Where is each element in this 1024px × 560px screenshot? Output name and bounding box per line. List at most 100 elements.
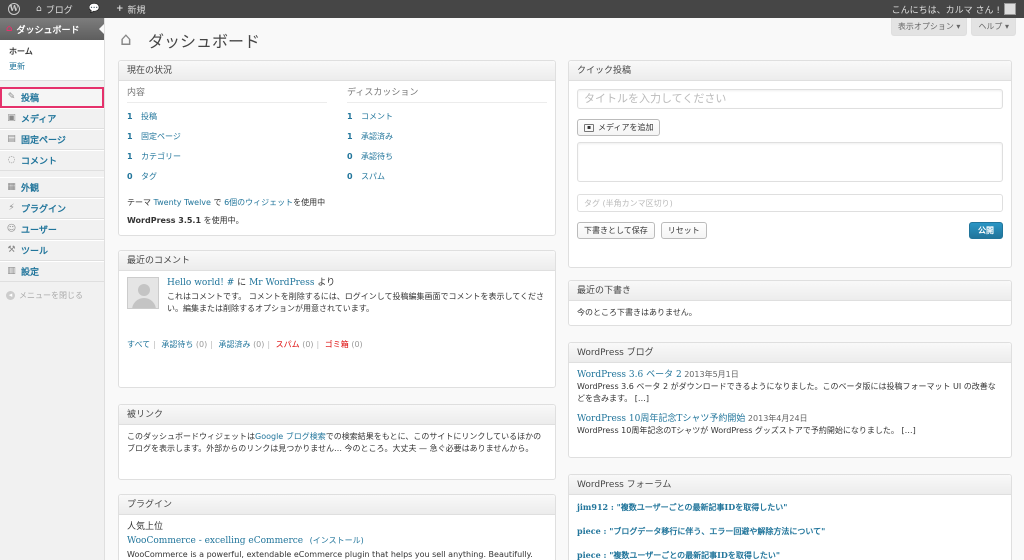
filter-pending-link[interactable]: 承認待ち [161, 340, 193, 349]
filter-trash-link[interactable]: ゴミ箱 [325, 340, 349, 349]
admin-bar-new[interactable]: + 新規 [108, 0, 154, 18]
content-row-posts[interactable]: 1 投稿 [127, 107, 327, 127]
post-title-input[interactable]: タイトルを入力してください [577, 89, 1003, 109]
label: 承認待ち [361, 152, 393, 161]
help-tab[interactable]: ヘルプ ▾ [971, 18, 1016, 36]
plugin-name-link[interactable]: WooCommerce - excelling eCommerce [127, 536, 303, 546]
content-row-pages[interactable]: 1 固定ページ [127, 127, 327, 147]
blog-item-title-link[interactable]: WordPress 10周年記念Tシャツ予約開始 [577, 414, 745, 424]
publish-button[interactable]: 公開 [969, 222, 1003, 239]
theme-info: テーマ Twenty Twelve で 6個のウィジェットを使用中 [127, 197, 547, 209]
count: 1 [127, 152, 133, 161]
media-camera-icon: ▪ [584, 123, 594, 132]
sidebar-item-label: 投稿 [21, 94, 40, 104]
count: 0 [347, 172, 353, 181]
content-row-categories[interactable]: 1 カテゴリー [127, 147, 327, 167]
sidebar-item-comments[interactable]: ◌ コメント [0, 150, 104, 171]
filter-spam-link[interactable]: スパム [276, 340, 300, 349]
label: スパム [361, 172, 385, 181]
sidebar-item-plugins[interactable]: ⚡ プラグイン [0, 198, 104, 219]
sidebar-item-settings[interactable]: ▥ 設定 [0, 261, 104, 282]
filter-all-link[interactable]: すべて [127, 340, 150, 349]
incoming-links-text: このダッシュボードウィジェットはGoogle ブログ検索での検索結果をもとに、こ… [119, 425, 555, 461]
theme-link[interactable]: Twenty Twelve [154, 198, 211, 207]
users-icon: ☺ [6, 224, 17, 234]
admin-bar-account[interactable]: こんにちは、カルマ さん ! [884, 0, 1024, 18]
collapse-menu-label: メニューを閉じる [19, 291, 83, 300]
label: カテゴリー [141, 152, 181, 161]
widget-title[interactable]: WordPress フォーラム [569, 475, 1011, 495]
widget-title[interactable]: プラグイン [119, 495, 555, 515]
admin-bar-comments[interactable]: 💬 [81, 0, 108, 18]
screen-meta-links: 表示オプション ▾ ヘルプ ▾ [890, 18, 1016, 36]
label: タグ [141, 172, 157, 181]
comment-icon: ◌ [7, 155, 16, 165]
sidebar-item-label: 設定 [21, 268, 40, 278]
tools-icon: ⚒ [7, 245, 16, 255]
plugin-install-link[interactable]: (インストール) [310, 536, 364, 545]
post-content-textarea[interactable] [577, 142, 1003, 182]
sidebar-item-users[interactable]: ☺ ユーザー [0, 219, 104, 240]
blog-item-title-link[interactable]: WordPress 3.6 ベータ 2 [577, 370, 682, 380]
plugins-widget: プラグイン 人気上位 WooCommerce - excelling eComm… [118, 494, 556, 560]
version-suffix: を使用中。 [203, 216, 244, 225]
content-heading: 内容 [127, 87, 327, 103]
admin-bar-blog-link[interactable]: ⌂ ブログ [28, 0, 81, 18]
sidebar-item-posts[interactable]: ✎ 投稿 [0, 87, 104, 108]
collapse-menu-button[interactable]: ◂ メニューを閉じる [0, 282, 104, 309]
widget-title[interactable]: 最近のコメント [119, 251, 555, 271]
forum-item-link[interactable]: jim912 : "複数ユーザーごとの最新記事IDを取得したい" [577, 501, 1003, 513]
filter-approved-link[interactable]: 承認済み [219, 340, 251, 349]
count: 1 [347, 112, 353, 121]
discussion-row-approved[interactable]: 1 承認済み [347, 127, 547, 147]
blog-item-date: 2013年5月1日 [684, 370, 739, 379]
settings-icon: ▥ [7, 266, 16, 276]
recent-comments-widget: 最近のコメント Hello world! # に Mr WordPress より… [118, 250, 556, 388]
sidebar-item-dashboard[interactable]: ⌂ ダッシュボード [0, 18, 104, 40]
sidebar-item-media[interactable]: ▣ メディア [0, 108, 104, 129]
discussion-row-comments[interactable]: 1 コメント [347, 107, 547, 127]
forum-item-link[interactable]: piece : "ブログデータ移行に伴う、エラー回避や解除方法について" [577, 525, 1003, 537]
media-icon: ▣ [7, 113, 16, 123]
widget-title[interactable]: クイック投稿 [569, 61, 1011, 81]
no-drafts-text: 今のところ下書きはありません。 [577, 308, 697, 317]
blog-item: WordPress 10周年記念Tシャツ予約開始 2013年4月24日 Word… [577, 413, 1003, 437]
content-row-tags[interactable]: 0 タグ [127, 167, 327, 187]
count: 0 [127, 172, 133, 181]
filter-count: (0) [351, 340, 363, 349]
right-now-widget: 現在の状況 内容 1 投稿 1 固定ページ 1 カテゴリー 0 タグ ディスカッション … [118, 60, 556, 236]
widgets-link[interactable]: 6個のウィジェット [224, 198, 293, 207]
sidebar-item-tools[interactable]: ⚒ ツール [0, 240, 104, 261]
screen-options-tab[interactable]: 表示オプション ▾ [890, 18, 968, 36]
comment-bubble-icon: 💬 [88, 4, 100, 14]
widget-title[interactable]: 最近の下書き [569, 281, 1011, 301]
incoming-text-pre: このダッシュボードウィジェットは [127, 432, 255, 441]
dashboard-house-icon: ⌂ [120, 29, 132, 50]
wordpress-forum-widget: WordPress フォーラム jim912 : "複数ユーザーごとの最新記事I… [568, 474, 1012, 560]
greeting-text: こんにちは、カルマ さん ! [891, 5, 1000, 16]
widget-title[interactable]: 被リンク [119, 405, 555, 425]
sidebar-item-pages[interactable]: ▤ 固定ページ [0, 129, 104, 150]
add-media-button[interactable]: ▪ メディアを追加 [577, 119, 661, 136]
widget-title[interactable]: 現在の状況 [119, 61, 555, 81]
page-header: ⌂ ダッシュボード [120, 28, 260, 52]
label: 投稿 [141, 112, 157, 121]
reset-button[interactable]: リセット [660, 222, 707, 239]
wordpress-blog-widget: WordPress ブログ WordPress 3.6 ベータ 2 2013年5… [568, 342, 1012, 458]
sidebar-item-label: 固定ページ [21, 136, 66, 146]
submenu-home[interactable]: ホーム [0, 44, 104, 59]
widget-title[interactable]: WordPress ブログ [569, 343, 1011, 363]
discussion-column: ディスカッション 1 コメント 1 承認済み 0 承認待ち 0 スパム [347, 87, 547, 187]
discussion-row-pending[interactable]: 0 承認待ち [347, 147, 547, 167]
submenu-updates[interactable]: 更新 [0, 59, 104, 74]
comment-post-link[interactable]: Hello world! # [167, 278, 234, 288]
sidebar-item-appearance[interactable]: ▦ 外観 [0, 177, 104, 198]
google-blog-search-link[interactable]: Google ブログ検索 [255, 432, 326, 441]
comment-author-link[interactable]: Mr WordPress [249, 278, 314, 288]
plugin-icon: ⚡ [8, 203, 15, 213]
save-draft-button[interactable]: 下書きとして保存 [577, 222, 655, 239]
tags-input[interactable]: タグ (半角カンマ区切り) [577, 194, 1003, 212]
forum-item-link[interactable]: piece : "複数ユーザーごとの最新記事IDを取得したい" [577, 549, 1003, 560]
wordpress-logo-icon[interactable]: W [0, 0, 28, 18]
discussion-row-spam[interactable]: 0 スパム [347, 167, 547, 187]
